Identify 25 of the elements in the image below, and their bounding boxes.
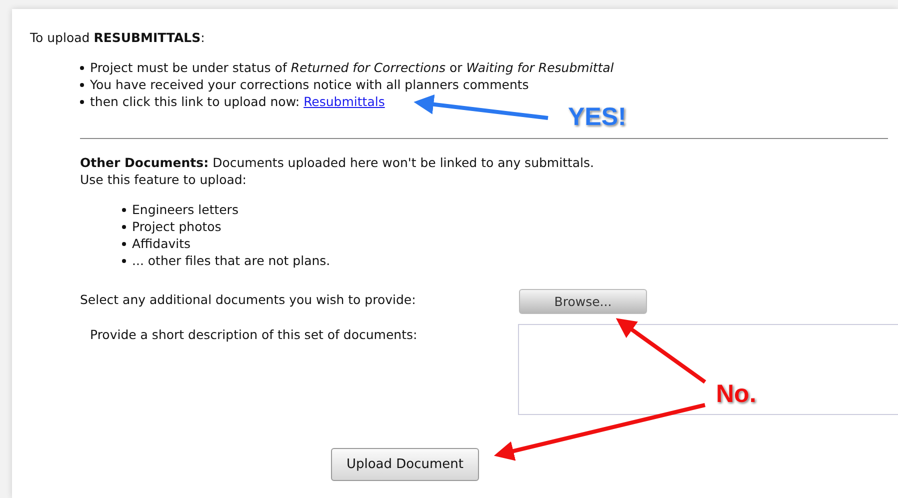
bullet-text: ... other files that are not plans.: [132, 252, 330, 269]
bullet-icon: [122, 242, 126, 246]
resubmittals-link[interactable]: Resubmittals: [304, 94, 385, 109]
upload-button[interactable]: Upload Document: [331, 448, 479, 481]
field-label: Select any additional documents you wish to provide:: [80, 291, 417, 308]
callout-label: No.: [716, 380, 756, 409]
bullet-text: Project photos: [132, 218, 222, 235]
bullet-text: then click this link to upload now: Resubmittals: [90, 93, 385, 110]
callout-label: YES!: [568, 103, 626, 132]
bullet-text: You have received your corrections notice with all planners comments: [90, 76, 529, 93]
bullet-icon: [80, 83, 84, 87]
bullet-icon: [122, 225, 126, 229]
bullet-icon: [80, 66, 84, 70]
section-heading: To upload RESUBMITTALS:: [30, 29, 206, 46]
bullet-text: Engineers letters: [132, 201, 238, 218]
intro-text: Use this feature to upload:: [80, 171, 248, 188]
intro-text: Other Documents: Documents uploaded here won't be linked to any submittals.: [80, 154, 596, 171]
browse-button[interactable]: Browse...: [519, 289, 647, 314]
description-field[interactable]: [518, 324, 898, 415]
bullet-icon: [122, 259, 126, 263]
field-label: Provide a short description of this set of documents:: [89, 326, 418, 343]
bullet-text: Affidavits: [132, 235, 191, 252]
bullet-text: Project must be under status of Returned for Corrections or Waiting for Resubmittal: [90, 59, 614, 76]
bullet-icon: [122, 208, 126, 212]
bullet-icon: [80, 100, 84, 104]
